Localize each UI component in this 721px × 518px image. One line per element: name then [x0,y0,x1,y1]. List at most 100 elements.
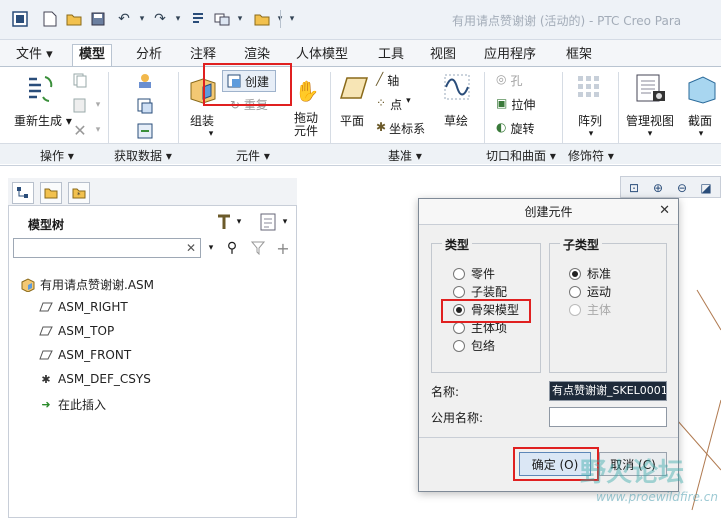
refit-icon[interactable]: ⊡ [625,179,643,197]
favorites-tab-icon[interactable]: * [68,182,90,204]
point-icon: ⁘ [376,96,387,110]
ribbon-group-labels: 操作 ▾ 获取数据 ▾ 元件 ▾ 基准 ▾ 切口和曲面 ▾ 修饰符 ▾ [0,143,721,164]
group-modifier[interactable]: 修饰符 ▾ [568,147,614,164]
tab-view[interactable]: 视图 [424,45,462,66]
drag-components-button[interactable]: 拖动 元件 [294,112,318,138]
revolve-button[interactable]: ◐ 旋转 [496,120,535,137]
new-file-icon[interactable] [40,9,60,29]
axis-icon: ╱ [376,72,384,86]
undo-icon[interactable]: ↶ [114,9,134,29]
type-envelope-radio[interactable]: 包络 [453,337,495,354]
regenerate-small-icon[interactable] [188,9,208,29]
tree-item-asm-top[interactable]: ASM_TOP [38,324,114,338]
csys-button[interactable]: ✱ 坐标系 [376,120,425,137]
type-subassembly-radio[interactable]: 子装配 [453,283,507,300]
tree-show-icon[interactable] [258,212,278,232]
group-cut-surface[interactable]: 切口和曲面 ▾ [486,147,556,164]
subtype-standard-radio[interactable]: 标准 [569,265,611,282]
manage-views-icon[interactable] [634,72,668,106]
assemble-button[interactable]: 组装 [190,112,214,129]
sketch-icon[interactable] [442,72,472,102]
paste-icon[interactable] [70,95,90,115]
highlight-box-create [203,63,292,106]
add-column-icon[interactable]: + [274,238,292,258]
find-binoculars-icon[interactable]: ⚲ [222,238,242,258]
group-component[interactable]: 元件 ▾ [236,147,270,164]
tree-item-asm-right[interactable]: ASM_RIGHT [38,300,128,314]
create-component-dialog: 创建元件 ✕ 类型 零件 子装配 骨架模型 主体项 包络 子类型 标准 运动 主… [418,198,679,492]
tree-item-asm-def-csys[interactable]: ✱ ASM_DEF_CSYS [38,372,150,386]
pattern-dropdown-icon[interactable]: ▾ [585,128,597,140]
assemble-dropdown-icon[interactable]: ▾ [205,128,217,140]
tab-manikin[interactable]: 人体模型 [290,45,354,66]
group-datum[interactable]: 基准 ▾ [388,147,422,164]
sketch-button[interactable]: 草绘 [444,112,468,129]
manage-views-button[interactable]: 管理视图 [626,112,674,129]
delete-icon[interactable]: ✕ [70,120,90,140]
group-operations[interactable]: 操作 ▾ [40,147,74,164]
tree-settings-dropdown-icon[interactable]: ▾ [234,214,244,230]
drag-components-icon[interactable]: ✋ [294,76,320,106]
redo-dropdown-icon[interactable]: ▾ [168,9,188,29]
extrude-button[interactable]: ▣ 拉伸 [496,96,535,113]
name-input[interactable]: 有点赞谢谢_SKEL0001 [549,381,667,401]
redo-icon[interactable]: ↷ [150,9,170,29]
tab-applications[interactable]: 应用程序 [478,45,542,66]
search-history-dropdown-icon[interactable]: ▾ [205,240,217,256]
pattern-icon[interactable] [574,72,604,102]
open-folder-icon[interactable] [64,9,84,29]
model-tree-search-input[interactable] [13,238,201,258]
plane-button[interactable]: 平面 [340,112,364,129]
folder-browser-tab-icon[interactable] [40,182,62,204]
tab-framework[interactable]: 框架 [560,45,598,66]
plane-icon[interactable] [338,74,370,102]
copy-geometry-icon[interactable] [134,95,156,117]
user-defined-feature-icon[interactable] [134,70,156,92]
copy-icon[interactable] [70,70,90,90]
hole-button[interactable]: ◎ 孔 [496,72,523,89]
tree-show-dropdown-icon[interactable]: ▾ [280,214,290,230]
common-name-input[interactable] [549,407,667,427]
manage-views-dropdown-icon[interactable]: ▾ [644,128,656,140]
section-dropdown-icon[interactable]: ▾ [695,128,707,140]
axis-button[interactable]: ╱ 轴 [376,72,399,89]
subtype-motion-radio[interactable]: 运动 [569,283,611,300]
section-icon[interactable] [684,72,718,106]
regenerate-icon[interactable] [22,72,56,106]
type-part-radio[interactable]: 零件 [453,265,495,282]
app-window-icon[interactable] [10,9,30,29]
zoom-out-icon[interactable]: ⊖ [673,179,691,197]
tree-item-label: ASM_TOP [58,324,115,338]
reorient-icon[interactable]: ◪ [697,179,715,197]
windows-dropdown-icon[interactable]: ▾ [230,9,250,29]
customize-toolbar-icon[interactable]: ▾ [282,9,302,29]
regenerate-button[interactable]: 重新生成 ▾ [14,112,72,129]
close-icon[interactable]: ✕ [659,203,670,218]
close-window-folder-icon[interactable] [252,9,272,29]
group-get-data[interactable]: 获取数据 ▾ [114,147,172,164]
tree-settings-icon[interactable] [214,212,234,232]
section-button[interactable]: 截面 [688,112,712,129]
clear-search-icon[interactable]: ✕ [184,240,198,256]
paste-dropdown-icon[interactable]: ▾ [92,97,104,113]
tree-item-assembly[interactable]: 有用请点赞谢谢.ASM [20,276,154,293]
filter-icon[interactable] [248,238,268,258]
windows-icon[interactable] [212,9,232,29]
delete-dropdown-icon[interactable]: ▾ [92,122,104,138]
tree-item-asm-front[interactable]: ASM_FRONT [38,348,131,362]
tab-tools[interactable]: 工具 [372,45,410,66]
pattern-button[interactable]: 阵列 [578,112,602,129]
shrinkwrap-icon[interactable] [134,120,156,142]
tab-model[interactable]: 模型 [72,44,113,66]
tab-file[interactable]: 文件 ▾ [10,45,59,66]
zoom-in-icon[interactable]: ⊕ [649,179,667,197]
point-button[interactable]: ⁘ 点 ▾ [376,96,411,113]
model-tree-tab-icon[interactable] [12,182,34,204]
save-icon[interactable] [88,9,108,29]
subtype-solid-radio[interactable]: 主体 [569,301,611,318]
undo-dropdown-icon[interactable]: ▾ [132,9,152,29]
csys-icon: ✱ [376,120,387,134]
tab-analysis[interactable]: 分析 [130,45,168,66]
tree-item-insert-here[interactable]: ➜ 在此插入 [38,396,106,413]
window-title: 有用请点赞谢谢 (活动的) - PTC Creo Para [452,14,682,28]
